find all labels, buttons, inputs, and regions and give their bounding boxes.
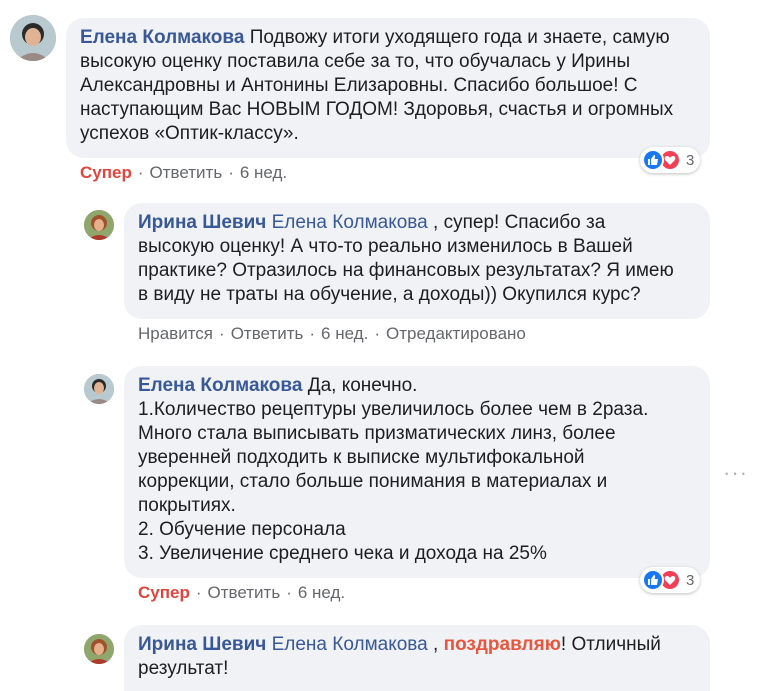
avatar[interactable]: [84, 634, 114, 664]
avatar[interactable]: [84, 210, 114, 240]
avatar[interactable]: [10, 15, 56, 61]
reaction-count: 3: [686, 571, 695, 589]
comment-author[interactable]: Елена Колмакова: [80, 27, 244, 48]
reactions-summary[interactable]: 3: [640, 567, 701, 593]
like-icon: [642, 569, 664, 591]
comment-bubble: Елена Колмакова Подвожу итоги уходящего …: [66, 18, 710, 158]
comment-author[interactable]: Елена Колмакова: [138, 375, 302, 396]
comment-bubble: Ирина Шевич Елена Колмакова , поздравляю…: [124, 625, 710, 691]
comment-text: Ирина Шевич Елена Колмакова , супер! Спа…: [138, 212, 674, 305]
react-button[interactable]: Супер: [80, 163, 132, 182]
avatar[interactable]: [84, 374, 114, 404]
more-options-icon[interactable]: ···: [723, 462, 748, 484]
comment-author[interactable]: Ирина Шевич: [138, 212, 266, 233]
edited-label[interactable]: Отредактировано: [386, 324, 526, 343]
timestamp[interactable]: 6 нед.: [321, 324, 368, 343]
timestamp[interactable]: 6 нед.: [240, 163, 287, 182]
reply-button[interactable]: Ответить: [208, 583, 281, 602]
mention-link[interactable]: Елена Колмакова: [272, 212, 428, 233]
highlighted-word: поздравляю: [443, 634, 561, 655]
mention-link[interactable]: Елена Колмакова: [272, 634, 428, 655]
reply-button[interactable]: Ответить: [150, 163, 223, 182]
timestamp[interactable]: 6 нед.: [298, 583, 345, 602]
like-icon: [642, 149, 664, 171]
reply-button[interactable]: Ответить: [231, 324, 304, 343]
comment-actions: Супер · Ответить · 6 нед.: [138, 583, 346, 602]
comment-text: Елена Колмакова Подвожу итоги уходящего …: [80, 27, 674, 144]
react-button[interactable]: Супер: [138, 583, 190, 602]
comment-actions: Нравится · Ответить · 6 нед. · Отредактировано: [138, 324, 526, 343]
reactions-summary[interactable]: 3: [640, 147, 701, 173]
comment-author[interactable]: Ирина Шевич: [138, 634, 266, 655]
comment-bubble: Ирина Шевич Елена Колмакова , супер! Спа…: [124, 203, 710, 319]
comment-actions: Супер · Ответить · 6 нед.: [80, 163, 288, 182]
comment-text: Елена Колмакова Да, конечно. 1.Количеств…: [138, 375, 649, 564]
comment-bubble: Елена Колмакова Да, конечно. 1.Количеств…: [124, 366, 710, 578]
comment-text: Ирина Шевич Елена Колмакова , поздравляю…: [138, 634, 661, 679]
react-button[interactable]: Нравится: [138, 324, 213, 343]
reaction-count: 3: [686, 151, 695, 169]
